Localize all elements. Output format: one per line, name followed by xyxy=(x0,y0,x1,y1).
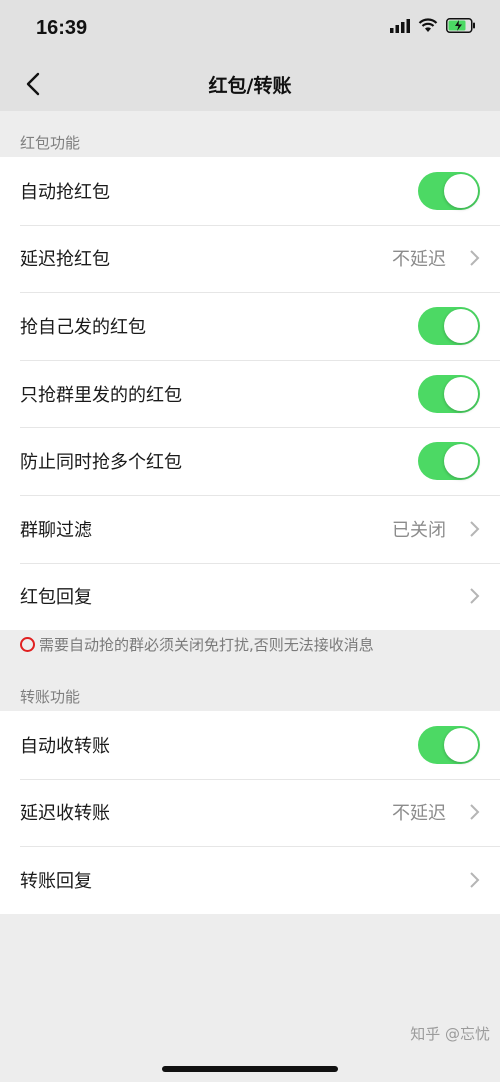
home-indicator[interactable] xyxy=(162,1066,338,1072)
row-value: 不延迟 xyxy=(392,803,446,825)
row-auto-receive-transfer[interactable]: 自动收转账 xyxy=(0,711,500,779)
row-prevent-multiple-grab[interactable]: 防止同时抢多个红包 xyxy=(0,427,500,495)
chevron-right-icon xyxy=(470,588,480,605)
row-grab-own-red-packet[interactable]: 抢自己发的红包 xyxy=(0,292,500,360)
auto-grab-toggle[interactable] xyxy=(418,171,480,210)
dnd-notice: 需要自动抢的群必须关闭免打扰,否则无法接收消息 xyxy=(20,634,374,655)
row-transfer-reply[interactable]: 转账回复 xyxy=(0,846,500,914)
row-value: 不延迟 xyxy=(392,249,446,271)
row-value: 已关闭 xyxy=(392,519,446,541)
prevent-multiple-toggle[interactable] xyxy=(418,442,480,481)
row-label: 群聊过滤 xyxy=(20,519,92,541)
status-time: 16:39 xyxy=(36,17,88,39)
status-bar: 16:39 xyxy=(0,0,500,58)
transfer-settings-group: 自动收转账 延迟收转账 不延迟 转账回复 xyxy=(0,711,500,914)
row-label: 延迟抢红包 xyxy=(20,249,110,271)
auto-receive-toggle[interactable] xyxy=(418,725,480,764)
row-auto-grab-red-packet[interactable]: 自动抢红包 xyxy=(0,157,500,225)
wifi-icon xyxy=(418,18,438,32)
row-label: 红包回复 xyxy=(20,587,92,609)
section-header-transfer: 转账功能 xyxy=(20,688,81,706)
cellular-signal-icon xyxy=(390,18,410,33)
row-label: 延迟收转账 xyxy=(20,803,110,825)
toggle-knob xyxy=(444,376,478,411)
toggle-knob xyxy=(444,308,478,343)
row-label: 只抢群里发的的红包 xyxy=(20,384,182,406)
notice-text: 需要自动抢的群必须关闭免打扰,否则无法接收消息 xyxy=(39,636,374,654)
row-label: 转账回复 xyxy=(20,870,92,892)
red-circle-icon xyxy=(20,637,35,652)
row-group-chat-filter[interactable]: 群聊过滤 已关闭 xyxy=(0,494,500,563)
chevron-right-icon xyxy=(470,521,480,537)
status-icons xyxy=(390,18,476,33)
group-only-toggle[interactable] xyxy=(418,374,480,413)
row-delay-receive-transfer[interactable]: 延迟收转账 不延迟 xyxy=(0,778,500,847)
navigation-bar: 红包/转账 xyxy=(0,58,500,111)
row-label: 自动收转账 xyxy=(20,735,110,757)
row-label: 防止同时抢多个红包 xyxy=(20,452,182,474)
page-title: 红包/转账 xyxy=(208,75,292,97)
toggle-knob xyxy=(444,173,478,208)
row-label: 自动抢红包 xyxy=(20,181,110,203)
watermark: 知乎 @忘忧 xyxy=(410,1025,490,1043)
battery-charging-icon xyxy=(446,18,475,33)
chevron-right-icon xyxy=(470,804,480,821)
row-label: 抢自己发的红包 xyxy=(20,316,146,338)
toggle-knob xyxy=(444,444,478,479)
red-packet-settings-group: 自动抢红包 延迟抢红包 不延迟 抢自己发的红包 只抢群里发的的红包 防止同时抢多… xyxy=(0,157,500,631)
row-group-only-red-packet[interactable]: 只抢群里发的的红包 xyxy=(0,359,500,428)
chevron-right-icon xyxy=(470,872,480,888)
toggle-knob xyxy=(444,727,478,762)
row-red-packet-reply[interactable]: 红包回复 xyxy=(0,562,500,631)
chevron-right-icon xyxy=(470,250,480,267)
section-header-red-packet: 红包功能 xyxy=(20,134,81,152)
grab-own-toggle[interactable] xyxy=(418,306,480,345)
row-delay-grab-red-packet[interactable]: 延迟抢红包 不延迟 xyxy=(0,224,500,293)
